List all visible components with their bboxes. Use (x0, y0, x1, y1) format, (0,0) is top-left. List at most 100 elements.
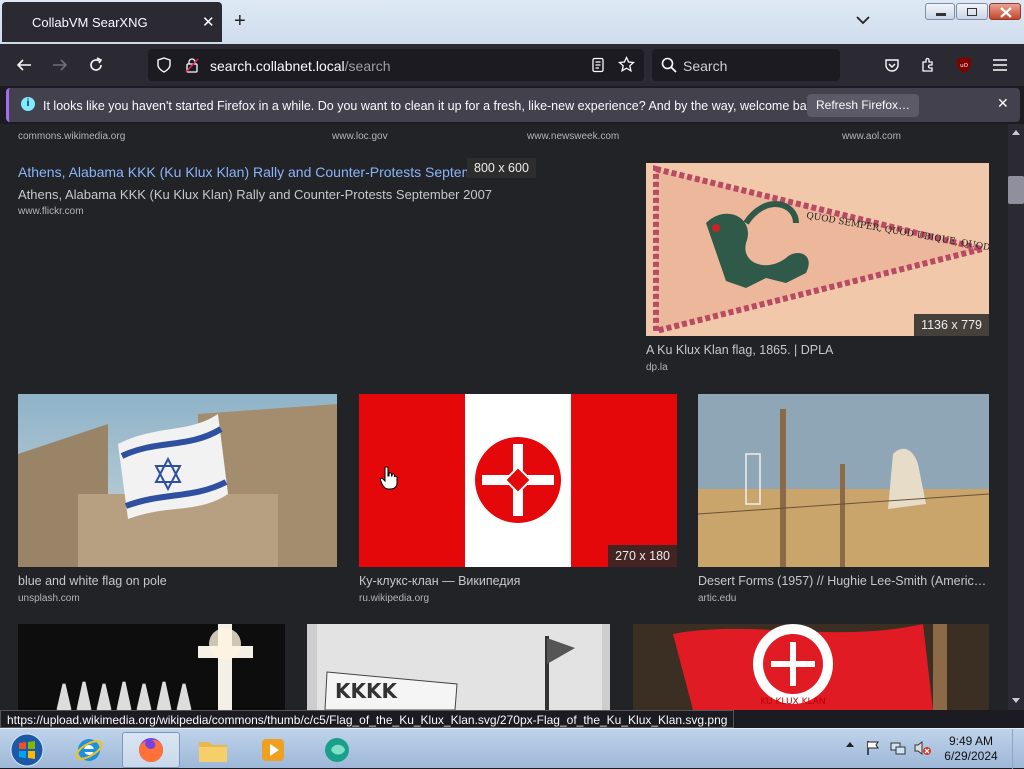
hamburger-menu-icon (993, 59, 1007, 71)
reader-view-icon[interactable] (590, 57, 606, 78)
puzzle-icon (922, 57, 933, 72)
back-button[interactable] (10, 44, 38, 86)
result-source[interactable]: artic.edu (698, 593, 736, 604)
result-source[interactable]: www.aol.com (842, 131, 901, 142)
page-scrollbar[interactable] (1008, 124, 1024, 710)
url-text: search.collabnet.local/search (210, 58, 391, 74)
result-title-link[interactable]: Athens, Alabama KKK (Ku Klux Klan) Rally… (18, 164, 528, 180)
pocket-icon (885, 59, 899, 72)
result-source[interactable]: www.flickr.com (18, 206, 84, 217)
forward-button[interactable] (46, 44, 74, 86)
result-thumbnail[interactable] (18, 624, 285, 710)
forward-arrow-icon (53, 59, 68, 71)
close-icon (1000, 7, 1012, 18)
teal-app-icon (325, 738, 349, 762)
list-all-tabs-button[interactable] (856, 12, 870, 30)
result-thumbnail[interactable]: QUOD SEMPER, QUOD UBIQUE, QUOD ABOMNIBUS… (646, 163, 989, 336)
result-thumbnail[interactable]: 270 x 180 (359, 394, 677, 567)
result-title[interactable]: Ку-клукс-клан — Википедия (359, 574, 677, 588)
show-desktop-button[interactable] (1012, 729, 1024, 769)
taskbar-firefox[interactable] (122, 732, 180, 768)
internet-explorer-icon (75, 739, 103, 761)
result-title[interactable]: Desert Forms (1957) // Hughie Lee-Smith … (698, 574, 989, 588)
result-title[interactable]: A Ku Klux Klan flag, 1865. | DPLA (646, 343, 989, 357)
svg-text:uO: uO (960, 63, 968, 69)
search-icon (661, 57, 677, 78)
windows-orb-icon (10, 733, 44, 767)
back-arrow-icon (16, 59, 31, 71)
firefox-icon (139, 738, 163, 762)
result-source[interactable]: www.loc.gov (332, 131, 388, 142)
show-hidden-icons-icon[interactable] (846, 742, 854, 747)
results-area: commons.wikimedia.org www.loc.gov www.ne… (0, 124, 1008, 710)
insecure-lock-icon[interactable] (184, 57, 200, 78)
window-close-button[interactable] (989, 3, 1021, 20)
maximize-button[interactable] (956, 3, 988, 20)
volume-muted-icon[interactable] (914, 740, 932, 756)
desert-painting-image (698, 394, 989, 567)
clock-time: 9:49 AM (948, 734, 994, 748)
tab-close-button[interactable]: ✕ (202, 13, 215, 31)
network-icon[interactable] (890, 740, 906, 756)
navigation-toolbar: search.collabnet.local/search Search uO (0, 44, 1024, 86)
cross-burning-photo (18, 624, 285, 710)
tab-title: CollabVM SearXNG (32, 15, 148, 30)
result-thumbnail[interactable] (18, 394, 337, 567)
url-path: /search (344, 58, 391, 74)
taskbar-media-player[interactable] (246, 732, 300, 768)
notification-close-button[interactable]: ✕ (997, 95, 1009, 112)
image-dimensions-badge: 800 x 600 (467, 158, 536, 178)
result-thumbnail[interactable]: KU KLUX KLAN (633, 624, 989, 710)
notification-message: It looks like you haven't started Firefo… (43, 99, 823, 113)
link-status-overlay: https://upload.wikimedia.org/wikipedia/c… (0, 710, 735, 728)
hand-pointer-icon (380, 466, 398, 490)
pennant-flag-image: QUOD SEMPER, QUOD UBIQUE, QUOD ABOMNIBUS… (646, 163, 989, 336)
extensions-button[interactable] (916, 44, 940, 86)
ublock-origin-button[interactable]: uO (952, 44, 976, 86)
new-tab-button[interactable]: + (234, 10, 246, 32)
result-thumbnail[interactable]: KKKK (307, 624, 610, 710)
system-clock[interactable]: 9:49 AM 6/29/2024 (936, 734, 1006, 764)
taskbar-internet-explorer[interactable] (62, 732, 116, 768)
shield-icon[interactable] (156, 57, 172, 78)
result-source[interactable]: ru.wikipedia.org (359, 593, 429, 604)
info-icon: i (21, 97, 35, 111)
result-thumbnail[interactable] (698, 394, 989, 567)
emblem-text: KU KLUX KLAN (760, 697, 825, 707)
result-source[interactable]: www.newsweek.com (527, 131, 619, 142)
scrollbar-thumb[interactable] (1008, 176, 1024, 204)
start-button[interactable] (0, 732, 54, 768)
result-title[interactable]: blue and white flag on pole (18, 574, 337, 588)
url-host: search.collabnet.local (210, 58, 345, 74)
search-input[interactable]: Search (652, 49, 840, 81)
ublock-shield-icon: uO (957, 57, 971, 73)
refresh-firefox-button[interactable]: Refresh Firefox… (807, 94, 919, 117)
search-placeholder: Search (683, 58, 728, 74)
reload-icon (90, 57, 103, 71)
scroll-down-arrow-icon[interactable] (1012, 698, 1020, 703)
taskbar-app[interactable] (310, 732, 364, 768)
result-source[interactable]: commons.wikimedia.org (18, 131, 125, 142)
pocket-button[interactable] (880, 44, 904, 86)
scroll-up-arrow-icon[interactable] (1012, 130, 1020, 135)
kkkk-banner-photo: KKKK (307, 624, 610, 710)
red-white-flag-image (359, 394, 677, 567)
bookmark-star-icon[interactable] (617, 55, 636, 78)
israeli-flag-photo (18, 394, 337, 567)
tab-active[interactable]: CollabVM SearXNG ✕ (2, 2, 222, 42)
red-flag-emblem-photo: KU KLUX KLAN (633, 624, 989, 710)
chevron-down-icon (856, 16, 870, 25)
address-bar[interactable]: search.collabnet.local/search (148, 49, 644, 81)
banner-text: KKKK (335, 679, 398, 703)
media-player-icon (262, 739, 284, 761)
clock-date: 6/29/2024 (944, 749, 998, 763)
app-menu-button[interactable] (988, 44, 1012, 86)
action-center-flag-icon[interactable] (866, 740, 880, 756)
reload-button[interactable] (82, 44, 110, 86)
minimize-button[interactable] (925, 3, 955, 20)
result-source[interactable]: dp.la (646, 362, 668, 373)
taskbar-file-explorer[interactable] (186, 732, 240, 768)
windows-taskbar: 9:49 AM 6/29/2024 (0, 728, 1024, 769)
folder-icon (199, 742, 227, 762)
result-source[interactable]: unsplash.com (18, 593, 80, 604)
